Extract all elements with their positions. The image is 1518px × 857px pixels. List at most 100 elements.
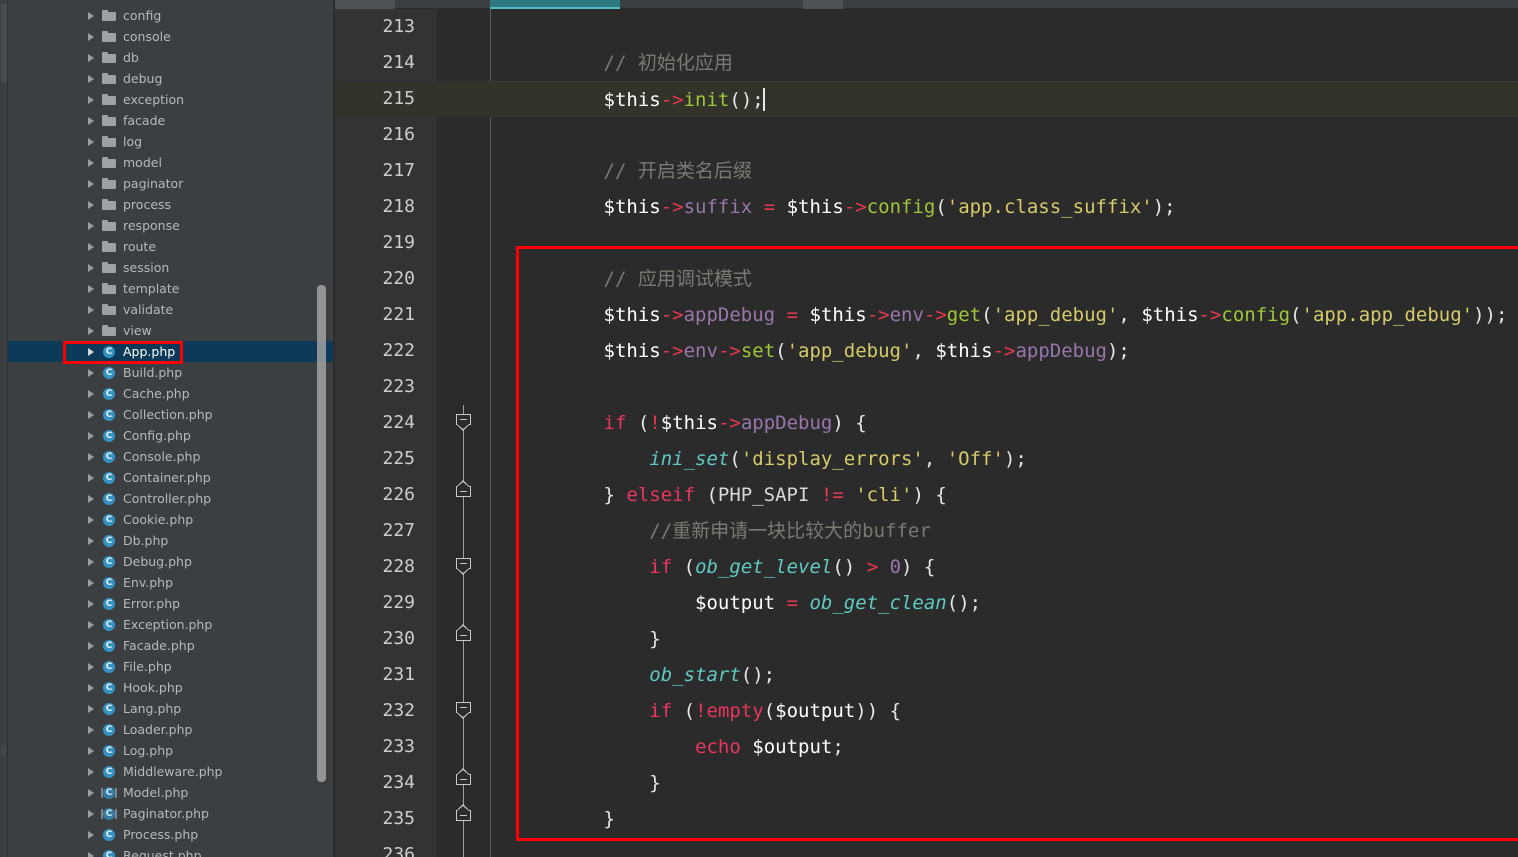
chevron-right-icon[interactable] — [86, 451, 97, 462]
chevron-right-icon[interactable] — [86, 829, 97, 840]
tree-item-debug-php[interactable]: Debug.php — [8, 551, 334, 572]
fold-collapse-up-icon[interactable] — [456, 768, 471, 791]
code-line[interactable]: 233 echo $output; — [335, 729, 1518, 765]
code-line[interactable]: 236 — [335, 837, 1518, 857]
fold-collapse-down-icon[interactable] — [456, 702, 471, 719]
tree-item-route[interactable]: route — [8, 236, 334, 257]
code-text[interactable] — [490, 9, 1518, 45]
chevron-right-icon[interactable] — [86, 703, 97, 714]
tree-item-session[interactable]: session — [8, 257, 334, 278]
code-text[interactable]: $output = ob_get_clean(); — [490, 585, 1518, 621]
code-line[interactable]: 217 // 开启类名后缀 — [335, 153, 1518, 189]
code-text[interactable]: ini_set('display_errors', 'Off'); — [490, 441, 1518, 477]
fold-collapse-up-icon[interactable] — [456, 804, 471, 827]
fold-gutter-cell[interactable] — [437, 261, 490, 297]
chevron-right-icon[interactable] — [86, 220, 97, 231]
code-line[interactable]: 215 $this->init(); — [335, 81, 1518, 117]
fold-gutter-cell[interactable] — [437, 729, 490, 765]
chevron-right-icon[interactable] — [86, 430, 97, 441]
code-text[interactable]: if (!empty($output)) { — [490, 693, 1518, 729]
tree-item-cookie-php[interactable]: Cookie.php — [8, 509, 334, 530]
tree-item-model-php[interactable]: Model.php — [8, 782, 334, 803]
tree-item-db-php[interactable]: Db.php — [8, 530, 334, 551]
tree-item-controller-php[interactable]: Controller.php — [8, 488, 334, 509]
code-text[interactable] — [490, 837, 1518, 857]
project-sidebar[interactable]: config console db debug exception facade log mo… — [8, 0, 335, 857]
fold-gutter-cell[interactable] — [437, 405, 490, 441]
code-text[interactable] — [490, 225, 1518, 261]
code-line[interactable]: 226 } elseif (PHP_SAPI != 'cli') { — [335, 477, 1518, 513]
tree-item-collection-php[interactable]: Collection.php — [8, 404, 334, 425]
tree-item-paginator[interactable]: paginator — [8, 173, 334, 194]
code-line[interactable]: 232 if (!empty($output)) { — [335, 693, 1518, 729]
tree-item-env-php[interactable]: Env.php — [8, 572, 334, 593]
fold-gutter-cell[interactable] — [437, 45, 490, 81]
code-line[interactable]: 221 $this->appDebug = $this->env->get('a… — [335, 297, 1518, 333]
tree-item-cache-php[interactable]: Cache.php — [8, 383, 334, 404]
code-line[interactable]: 213 — [335, 9, 1518, 45]
chevron-right-icon[interactable] — [86, 619, 97, 630]
chevron-right-icon[interactable] — [86, 598, 97, 609]
code-line[interactable]: 223 — [335, 369, 1518, 405]
fold-gutter-cell[interactable] — [437, 693, 490, 729]
code-text[interactable]: // 应用调试模式 — [490, 261, 1518, 297]
code-line[interactable]: 225 ini_set('display_errors', 'Off'); — [335, 441, 1518, 477]
tree-item-loader-php[interactable]: Loader.php — [8, 719, 334, 740]
fold-gutter-cell[interactable] — [437, 189, 490, 225]
editor-tab-inactive-right[interactable] — [803, 0, 843, 9]
tree-item-request-php[interactable]: Request.php — [8, 845, 334, 857]
code-lines[interactable]: 213 214 // 初始化应用 215 $this->init(); 216 217 … — [335, 9, 1518, 857]
tree-item-debug[interactable]: debug — [8, 68, 334, 89]
chevron-right-icon[interactable] — [86, 556, 97, 567]
editor-tab-bar[interactable] — [335, 0, 1518, 9]
fold-gutter-cell[interactable] — [437, 9, 490, 45]
code-line[interactable]: 219 — [335, 225, 1518, 261]
code-text[interactable] — [490, 117, 1518, 153]
code-line[interactable]: 220 // 应用调试模式 — [335, 261, 1518, 297]
editor-tab-active[interactable] — [490, 0, 620, 9]
chevron-right-icon[interactable] — [86, 304, 97, 315]
fold-collapse-down-icon[interactable] — [456, 558, 471, 575]
chevron-right-icon[interactable] — [86, 388, 97, 399]
code-line[interactable]: 235 } — [335, 801, 1518, 837]
chevron-right-icon[interactable] — [86, 31, 97, 42]
code-line[interactable]: 224 if (!$this->appDebug) { — [335, 405, 1518, 441]
editor-tab-inactive-left[interactable] — [335, 0, 395, 9]
code-text[interactable]: $this->init(); — [490, 81, 1518, 117]
tree-item-db[interactable]: db — [8, 47, 334, 68]
fold-gutter-cell[interactable] — [437, 657, 490, 693]
fold-gutter-cell[interactable] — [437, 513, 490, 549]
chevron-right-icon[interactable] — [86, 808, 97, 819]
fold-gutter-cell[interactable] — [437, 441, 490, 477]
tree-item-exception-php[interactable]: Exception.php — [8, 614, 334, 635]
chevron-right-icon[interactable] — [86, 283, 97, 294]
chevron-right-icon[interactable] — [86, 94, 97, 105]
code-line[interactable]: 227 //重新申请一块比较大的buffer — [335, 513, 1518, 549]
chevron-right-icon[interactable] — [86, 472, 97, 483]
code-text[interactable]: } — [490, 765, 1518, 801]
code-text[interactable] — [490, 369, 1518, 405]
tree-item-paginator-php[interactable]: Paginator.php — [8, 803, 334, 824]
code-line[interactable]: 229 $output = ob_get_clean(); — [335, 585, 1518, 621]
tree-item-log[interactable]: log — [8, 131, 334, 152]
chevron-right-icon[interactable] — [86, 346, 97, 357]
chevron-right-icon[interactable] — [86, 262, 97, 273]
tree-item-app-php[interactable]: App.php — [8, 341, 334, 362]
fold-gutter-cell[interactable] — [437, 801, 490, 837]
tree-item-response[interactable]: response — [8, 215, 334, 236]
tree-item-hook-php[interactable]: Hook.php — [8, 677, 334, 698]
fold-gutter-cell[interactable] — [437, 369, 490, 405]
tree-item-facade[interactable]: facade — [8, 110, 334, 131]
chevron-right-icon[interactable] — [86, 724, 97, 735]
tree-item-console[interactable]: console — [8, 26, 334, 47]
chevron-right-icon[interactable] — [86, 787, 97, 798]
code-line[interactable]: 216 — [335, 117, 1518, 153]
chevron-right-icon[interactable] — [86, 745, 97, 756]
tree-item-middleware-php[interactable]: Middleware.php — [8, 761, 334, 782]
fold-gutter-cell[interactable] — [437, 837, 490, 857]
tree-item-error-php[interactable]: Error.php — [8, 593, 334, 614]
code-line[interactable]: 234 } — [335, 765, 1518, 801]
code-line[interactable]: 228 if (ob_get_level() > 0) { — [335, 549, 1518, 585]
code-line[interactable]: 231 ob_start(); — [335, 657, 1518, 693]
code-text[interactable]: $this->appDebug = $this->env->get('app_d… — [490, 297, 1518, 333]
